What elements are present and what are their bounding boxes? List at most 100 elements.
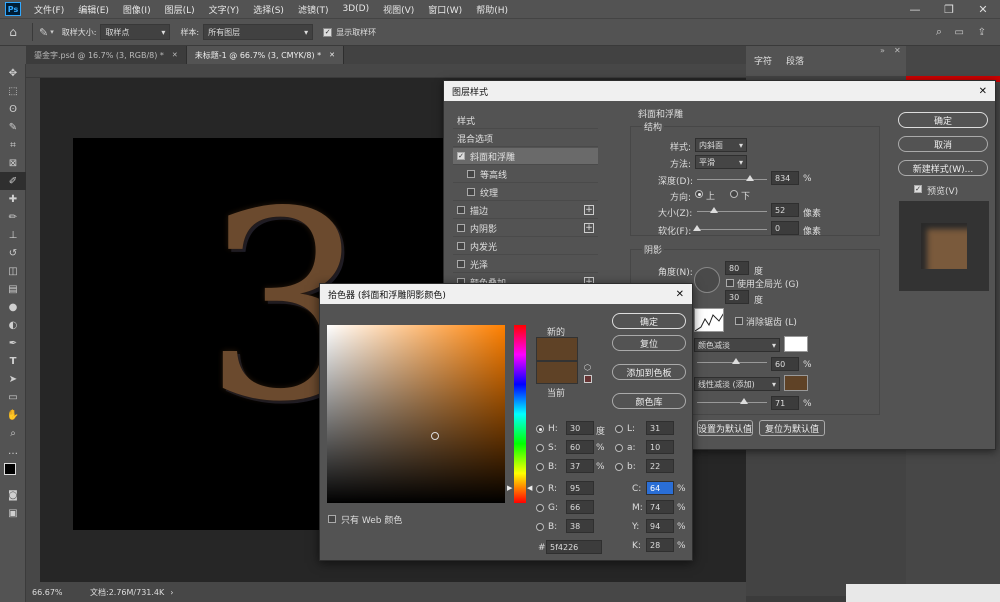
shape-tool-icon[interactable]: ▭ bbox=[0, 388, 26, 406]
depth-input[interactable]: 834 bbox=[771, 171, 799, 185]
menu-select[interactable]: 选择(S) bbox=[246, 3, 291, 16]
eyedropper-tool-icon[interactable]: ✎ bbox=[39, 26, 48, 39]
y-input[interactable]: 94 bbox=[646, 519, 674, 533]
c-input[interactable]: 64 bbox=[646, 481, 674, 495]
blur-tool-icon[interactable]: ● bbox=[0, 298, 26, 316]
shadow-opacity-thumb[interactable] bbox=[740, 398, 748, 404]
tab-character[interactable]: 字符 bbox=[754, 54, 772, 67]
minimize-button[interactable]: — bbox=[898, 0, 932, 18]
color-field[interactable] bbox=[327, 325, 505, 503]
menu-edit[interactable]: 编辑(E) bbox=[71, 3, 116, 16]
home-icon[interactable]: ⌂ bbox=[0, 25, 26, 39]
h-input[interactable]: 30 bbox=[566, 421, 594, 435]
method-select[interactable]: 平滑 ▾ bbox=[695, 155, 747, 169]
chevron-down-icon[interactable]: ▾ bbox=[50, 28, 54, 36]
add-icon[interactable]: + bbox=[584, 205, 594, 215]
close-icon[interactable]: ✕ bbox=[979, 86, 987, 97]
history-brush-tool-icon[interactable]: ↺ bbox=[0, 244, 26, 262]
r-input[interactable]: 95 bbox=[566, 481, 594, 495]
color-field-cursor[interactable] bbox=[431, 432, 439, 440]
eraser-tool-icon[interactable]: ◫ bbox=[0, 262, 26, 280]
blue-input[interactable]: 38 bbox=[566, 519, 594, 533]
menu-view[interactable]: 视图(V) bbox=[376, 3, 421, 16]
menu-filter[interactable]: 滤镜(T) bbox=[291, 3, 336, 16]
menu-type[interactable]: 文字(Y) bbox=[202, 3, 247, 16]
collapse-icon[interactable]: » bbox=[880, 46, 885, 55]
dodge-tool-icon[interactable]: ◐ bbox=[0, 316, 26, 334]
g-radio[interactable] bbox=[536, 504, 544, 512]
h-radio[interactable] bbox=[536, 425, 544, 433]
shadow-opacity-input[interactable]: 71 bbox=[771, 396, 799, 410]
crop-tool-icon[interactable]: ⌗ bbox=[0, 136, 26, 154]
depth-slider-track[interactable] bbox=[697, 179, 767, 180]
type-tool-icon[interactable]: T bbox=[0, 352, 26, 370]
close-icon[interactable]: ✕ bbox=[676, 289, 684, 300]
angle-dial[interactable] bbox=[694, 267, 720, 293]
close-icon[interactable]: ✕ bbox=[894, 46, 901, 55]
highlight-mode-select[interactable]: 颜色减淡 ▾ bbox=[694, 338, 780, 352]
sample-size-select[interactable]: 取样点 ▾ bbox=[100, 24, 171, 40]
b-input[interactable]: 37 bbox=[566, 459, 594, 473]
stroke-checkbox[interactable] bbox=[457, 206, 465, 214]
hand-tool-icon[interactable]: ✋ bbox=[0, 406, 26, 424]
altitude-input[interactable]: 30 bbox=[725, 290, 749, 304]
menu-file[interactable]: 文件(F) bbox=[27, 3, 71, 16]
eyedropper-tool-icon[interactable]: ✐ bbox=[0, 172, 26, 190]
inner-glow-checkbox[interactable] bbox=[457, 242, 465, 250]
quick-mask-icon[interactable]: ◙ bbox=[0, 486, 26, 504]
direction-down-radio[interactable] bbox=[730, 190, 738, 198]
ls-item-satin[interactable]: 光泽 bbox=[453, 256, 598, 273]
quick-select-tool-icon[interactable]: ✎ bbox=[0, 118, 26, 136]
sample-select[interactable]: 所有图层 ▾ bbox=[203, 24, 314, 40]
restore-button[interactable]: ❐ bbox=[932, 0, 966, 18]
shadow-opacity-track[interactable] bbox=[697, 402, 767, 403]
screen-mode-icon[interactable]: ▣ bbox=[0, 504, 26, 522]
pen-tool-icon[interactable]: ✒ bbox=[0, 334, 26, 352]
size-slider-track[interactable] bbox=[697, 211, 767, 212]
more-tools-icon[interactable]: … bbox=[0, 442, 26, 460]
depth-slider-thumb[interactable] bbox=[746, 175, 754, 181]
blue-radio[interactable] bbox=[536, 523, 544, 531]
share-icon[interactable]: ⇪ bbox=[978, 27, 986, 38]
menu-help[interactable]: 帮助(H) bbox=[469, 3, 515, 16]
hue-slider[interactable] bbox=[514, 325, 526, 503]
cp-ok-button[interactable]: 确定 bbox=[612, 313, 686, 329]
texture-checkbox[interactable] bbox=[467, 188, 475, 196]
preview-checkbox[interactable]: ✓ bbox=[914, 185, 922, 193]
satin-checkbox[interactable] bbox=[457, 260, 465, 268]
shadow-color-swatch[interactable] bbox=[784, 375, 808, 391]
soften-input[interactable]: 0 bbox=[771, 221, 799, 235]
current-color-swatch[interactable] bbox=[536, 361, 578, 384]
chevron-right-icon[interactable]: › bbox=[170, 588, 173, 597]
ls-item-inner-glow[interactable]: 内发光 bbox=[453, 238, 598, 255]
angle-input[interactable]: 80 bbox=[725, 261, 749, 275]
l-input[interactable]: 31 bbox=[646, 421, 674, 435]
r-radio[interactable] bbox=[536, 485, 544, 493]
tab-document-1[interactable]: 鎏金字.psd @ 16.7% (3, RGB/8) * ✕ bbox=[26, 46, 187, 64]
ls-item-bevel-emboss[interactable]: ✓ 斜面和浮雕 bbox=[453, 148, 598, 165]
hue-slider-left-arrow[interactable]: ▶ bbox=[507, 484, 512, 492]
cp-reset-button[interactable]: 复位 bbox=[612, 335, 686, 351]
stamp-tool-icon[interactable]: ⊥ bbox=[0, 226, 26, 244]
reset-default-button[interactable]: 复位为默认值 bbox=[759, 420, 825, 436]
soften-slider-thumb[interactable] bbox=[693, 225, 701, 231]
ls-item-contour[interactable]: 等高线 bbox=[453, 166, 598, 183]
gamut-warning-icon[interactable]: ⬡ bbox=[584, 363, 591, 372]
bevel-checkbox[interactable]: ✓ bbox=[457, 152, 465, 160]
frame-tool-icon[interactable]: ⊠ bbox=[0, 154, 26, 172]
foreground-color-swatch[interactable] bbox=[4, 463, 16, 475]
lab-b-input[interactable]: 22 bbox=[646, 459, 674, 473]
gradient-tool-icon[interactable]: ▤ bbox=[0, 280, 26, 298]
antialias-checkbox[interactable] bbox=[735, 317, 743, 325]
a-radio[interactable] bbox=[615, 444, 623, 452]
ls-item-inner-shadow[interactable]: 内阴影 + bbox=[453, 220, 598, 237]
hue-slider-right-arrow[interactable]: ◀ bbox=[527, 484, 532, 492]
s-radio[interactable] bbox=[536, 444, 544, 452]
b-radio[interactable] bbox=[536, 463, 544, 471]
style-select[interactable]: 内斜面 ▾ bbox=[695, 138, 747, 152]
menu-window[interactable]: 窗口(W) bbox=[421, 3, 469, 16]
ls-item-stroke[interactable]: 描边 + bbox=[453, 202, 598, 219]
add-icon[interactable]: + bbox=[584, 223, 594, 233]
hex-input[interactable]: 5f4226 bbox=[546, 540, 602, 554]
tab-paragraph[interactable]: 段落 bbox=[786, 54, 804, 67]
